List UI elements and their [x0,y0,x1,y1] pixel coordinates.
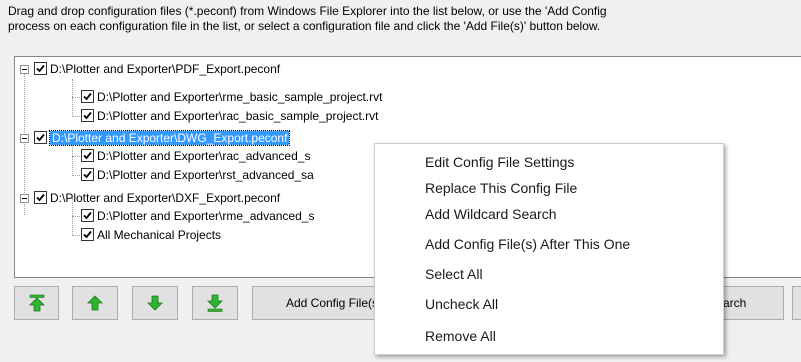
node-label: D:\Plotter and Exporter\rme_advanced_s [97,209,315,223]
tree-node-child[interactable]: D:\Plotter and Exporter\rac_basic_sample… [81,107,378,125]
tree-node-dwg-export[interactable]: D:\Plotter and Exporter\DWG_Export.pecon… [34,129,291,147]
tree-node-child[interactable]: All Mechanical Projects [81,226,221,244]
menu-item-add-wildcard[interactable]: Add Wildcard Search [425,201,557,227]
menu-item-edit-config[interactable]: Edit Config File Settings [425,149,574,175]
tree-connector [72,175,80,176]
collapse-toggle[interactable] [20,134,29,143]
search-button-label: arch [723,296,747,310]
menu-item-add-config-after[interactable]: Add Config File(s) After This One [425,231,630,257]
node-checkbox[interactable] [81,168,94,181]
node-label: All Mechanical Projects [97,228,222,242]
tree-connector [72,216,80,217]
node-checkbox[interactable] [81,149,94,162]
move-down-button[interactable] [132,286,178,320]
node-label: D:\Plotter and Exporter\rme_basic_sample… [97,90,383,104]
node-label: D:\Plotter and Exporter\rac_basic_sample… [97,109,379,123]
node-checkbox[interactable] [81,109,94,122]
node-checkbox[interactable] [81,90,94,103]
menu-item-uncheck-all[interactable]: Uncheck All [425,291,498,317]
tree-node-dxf-export[interactable]: D:\Plotter and Exporter\DXF_Export.pecon… [34,189,280,207]
node-checkbox[interactable] [34,62,47,75]
node-checkbox[interactable] [34,131,47,144]
add-wildcard-search-button[interactable]: arch [714,286,784,320]
collapse-toggle[interactable] [20,194,29,203]
overflow-button[interactable] [792,286,801,320]
node-checkbox[interactable] [81,228,94,241]
node-label: D:\Plotter and Exporter\DXF_Export.pecon… [50,191,281,205]
arrow-top-icon [28,294,45,312]
node-label: D:\Plotter and Exporter\rst_advanced_sa [97,168,314,182]
tree-node-child[interactable]: D:\Plotter and Exporter\rac_advanced_s [81,147,310,165]
tree-connector [72,116,80,117]
arrow-bottom-icon [207,294,223,312]
menu-item-remove-all[interactable]: Remove All [425,323,496,349]
context-menu: Edit Config File Settings Replace This C… [374,143,724,355]
node-checkbox[interactable] [34,191,47,204]
node-label-selected: D:\Plotter and Exporter\DWG_Export.pecon… [48,130,291,146]
menu-item-select-all[interactable]: Select All [425,261,483,287]
node-label: D:\Plotter and Exporter\PDF_Export.pecon… [50,62,281,76]
instructions-line-1: Drag and drop configuration files (*.pec… [8,4,607,18]
tree-node-child[interactable]: D:\Plotter and Exporter\rme_basic_sample… [81,88,382,106]
arrow-up-icon [87,295,103,311]
tree-node-child[interactable]: D:\Plotter and Exporter\rst_advanced_sa [81,166,314,184]
tree-connector [72,156,80,157]
menu-item-replace-config[interactable]: Replace This Config File [425,175,577,201]
tree-node-child[interactable]: D:\Plotter and Exporter\rme_advanced_s [81,207,314,225]
move-to-top-button[interactable] [14,286,59,320]
node-label: D:\Plotter and Exporter\rac_advanced_s [97,149,311,163]
instructions-text: Drag and drop configuration files (*.pec… [8,4,801,34]
tree-connector [72,235,80,236]
instructions-line-2: process on each configuration file in th… [8,19,601,33]
tree-connector [72,97,80,98]
tree-connector [72,79,73,117]
move-to-bottom-button[interactable] [192,286,238,320]
add-config-files-label: Add Config File(s [285,296,379,310]
move-up-button[interactable] [72,286,118,320]
arrow-down-icon [147,295,163,311]
node-checkbox[interactable] [81,209,94,222]
tree-node-pdf-export[interactable]: D:\Plotter and Exporter\PDF_Export.pecon… [34,60,280,78]
collapse-toggle[interactable] [20,65,29,74]
